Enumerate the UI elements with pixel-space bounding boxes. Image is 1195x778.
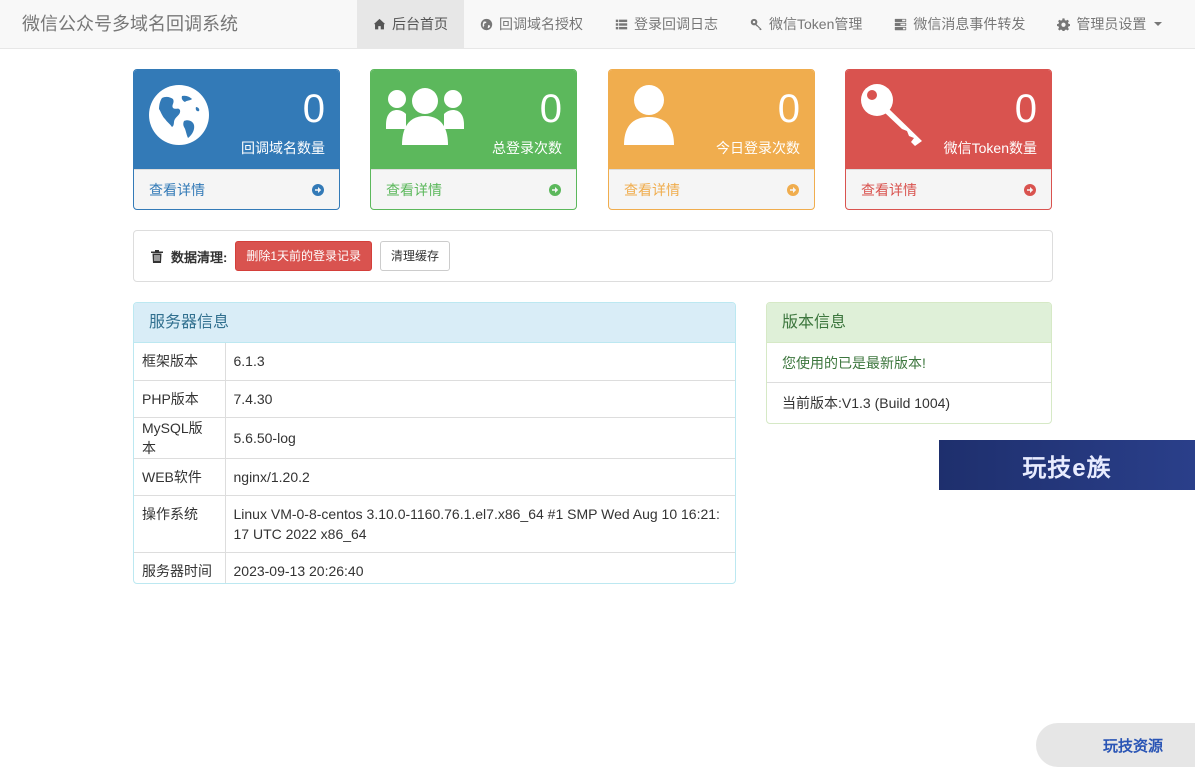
stat-label: 总登录次数 (492, 140, 562, 156)
arrow-circle-right-icon (787, 183, 799, 196)
stat-panel-today-logins: 0 今日登录次数 查看详情 (608, 69, 815, 210)
view-details-label: 查看详情 (861, 181, 917, 198)
cleanup-title: 数据清理: (171, 249, 228, 265)
list-icon (615, 19, 628, 29)
arrow-circle-right-icon (549, 183, 561, 196)
trash-icon (151, 249, 163, 263)
table-row: 操作系统 Linux VM-0-8-centos 3.10.0-1160.76.… (134, 494, 735, 552)
nav-label: 回调域名授权 (499, 16, 583, 32)
view-details-link[interactable]: 查看详情 (134, 169, 339, 209)
watermark-corner-text: 玩技资源 (1103, 738, 1164, 755)
tasks-icon (895, 18, 907, 30)
stat-panel-heading: 0 微信Token数量 (846, 70, 1051, 169)
info-key: 框架版本 (134, 343, 226, 380)
clear-cache-button[interactable]: 清理缓存 (380, 241, 451, 271)
server-info-panel: 服务器信息 框架版本 6.1.3 PHP版本 7.4.30 MySQL版本 5.… (133, 302, 736, 584)
caret-down-icon (1154, 22, 1163, 26)
stat-label: 微信Token数量 (943, 140, 1037, 156)
table-row: 服务器时间 2023-09-13 20:26:40 (134, 551, 735, 583)
home-icon (373, 18, 386, 29)
stat-panel-heading: 0 总登录次数 (371, 70, 576, 169)
table-row: MySQL版本 5.6.50-log (134, 416, 735, 458)
nav-item-token-manage[interactable]: 微信Token管理 (734, 0, 878, 48)
table-row: 框架版本 6.1.3 (134, 343, 735, 380)
watermark-banner-text: 玩技e族 (1022, 454, 1112, 482)
current-version: 当前版本:V1.3 (Build 1004) (782, 395, 951, 411)
users-icon (386, 88, 464, 145)
nav-item-domain-auth[interactable]: 回调域名授权 (464, 0, 599, 48)
arrow-circle-right-icon (1024, 183, 1036, 196)
nav-label: 微信Token管理 (769, 16, 863, 32)
watermark-banner: 玩技e族 (939, 440, 1195, 490)
user-icon (624, 85, 674, 145)
info-key: WEB软件 (134, 457, 226, 495)
view-details-link[interactable]: 查看详情 (371, 169, 576, 209)
version-status: 您使用的已是最新版本! (767, 343, 1051, 383)
stat-label: 今日登录次数 (716, 140, 800, 156)
nav-item-msg-forward[interactable]: 微信消息事件转发 (878, 0, 1041, 48)
stat-panel-domains: 0 回调域名数量 查看详情 (133, 69, 340, 210)
nav-label: 后台首页 (392, 16, 448, 32)
arrow-circle-right-icon (312, 183, 324, 196)
server-info-table: 框架版本 6.1.3 PHP版本 7.4.30 MySQL版本 5.6.50-l… (134, 343, 735, 583)
globe-icon (149, 85, 209, 145)
view-details-link[interactable]: 查看详情 (609, 169, 814, 209)
key-icon (861, 84, 922, 146)
info-key: MySQL版本 (134, 416, 226, 458)
stat-value: 0 (1014, 87, 1037, 131)
stat-value: 0 (302, 87, 325, 131)
nav-label: 管理员设置 (1076, 16, 1147, 32)
stat-panel-tokens: 0 微信Token数量 查看详情 (845, 69, 1052, 210)
server-info-title: 服务器信息 (134, 303, 735, 343)
data-cleanup-panel: 数据清理: 删除1天前的登录记录 清理缓存 (133, 230, 1053, 282)
info-value: nginx/1.20.2 (225, 457, 735, 495)
version-info-panel: 版本信息 您使用的已是最新版本! 当前版本:V1.3 (Build 1004) (766, 302, 1052, 424)
table-row: WEB软件 nginx/1.20.2 (134, 457, 735, 495)
info-value: 6.1.3 (233, 353, 265, 370)
stat-panel-total-logins: 0 总登录次数 查看详情 (370, 69, 577, 210)
main-nav: 后台首页 回调域名授权 登录回调日志 微信Token管理 微信消息事件转发 管理… (357, 0, 1178, 48)
globe-icon (480, 18, 493, 30)
delete-old-logs-button[interactable]: 删除1天前的登录记录 (235, 241, 373, 271)
version-info-title: 版本信息 (767, 303, 1051, 343)
view-details-label: 查看详情 (149, 181, 205, 198)
gear-icon (1057, 17, 1071, 31)
nav-item-dashboard[interactable]: 后台首页 (357, 0, 464, 48)
table-row: PHP版本 7.4.30 (134, 379, 735, 417)
info-value: 5.6.50-log (225, 416, 735, 458)
info-value: 2023-09-13 20:26:40 (225, 551, 735, 583)
info-key: 操作系统 (134, 494, 226, 552)
nav-item-admin-settings[interactable]: 管理员设置 (1041, 0, 1178, 48)
watermark-corner: 玩技资源 (1036, 723, 1195, 767)
key-icon (750, 18, 762, 30)
stat-panel-heading: 0 今日登录次数 (609, 70, 814, 169)
top-navbar: 微信公众号多域名回调系统 后台首页 回调域名授权 登录回调日志 微信Token管… (0, 0, 1195, 49)
nav-item-login-log[interactable]: 登录回调日志 (599, 0, 734, 48)
stat-value: 0 (777, 87, 800, 131)
stat-panel-heading: 0 回调域名数量 (134, 70, 339, 169)
info-key: PHP版本 (134, 379, 226, 417)
stat-value: 0 (539, 87, 562, 131)
info-value: Linux VM-0-8-centos 3.10.0-1160.76.1.el7… (225, 494, 735, 552)
view-details-label: 查看详情 (624, 181, 680, 198)
nav-label: 微信消息事件转发 (913, 16, 1026, 32)
brand-title[interactable]: 微信公众号多域名回调系统 (22, 0, 238, 48)
nav-label: 登录回调日志 (634, 16, 718, 32)
info-key: 服务器时间 (134, 551, 226, 583)
info-value: 7.4.30 (225, 379, 735, 417)
view-details-link[interactable]: 查看详情 (846, 169, 1051, 209)
stat-label: 回调域名数量 (241, 140, 325, 156)
view-details-label: 查看详情 (386, 181, 442, 198)
